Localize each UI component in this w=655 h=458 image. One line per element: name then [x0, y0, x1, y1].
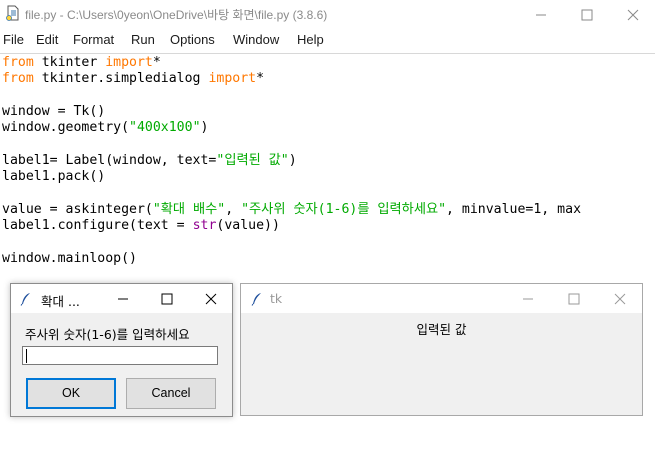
- string-literal: "확대 배수": [152, 201, 226, 217]
- code-token: label1.configure(text =: [2, 217, 193, 233]
- close-icon: [627, 9, 639, 21]
- builtin-name: str: [192, 217, 217, 233]
- code-line-5: window.geometry("400x100"): [2, 120, 581, 136]
- menu-format[interactable]: Format: [73, 32, 114, 47]
- tk-feather-icon: [20, 293, 30, 306]
- menu-window[interactable]: Window: [233, 32, 279, 47]
- close-icon: [205, 293, 217, 305]
- dialog-minimize-button[interactable]: [100, 284, 144, 313]
- editor-title-bar[interactable]: file.py - C:\Users\0yeon\OneDrive\바탕 화면\…: [0, 0, 655, 28]
- text-caret: [26, 349, 27, 363]
- string-literal: "주사위 숫자(1-6)를 입력하세요": [241, 201, 447, 217]
- code-line-7: label1= Label(window, text="입력된 값"): [2, 153, 581, 169]
- tk-window: tk 입력된 값: [240, 283, 643, 416]
- askinteger-dialog: 확대 ... 주사위 숫자(1-6)를 입력하세요 OK Cancel: [10, 283, 233, 417]
- menu-options[interactable]: Options: [170, 32, 215, 47]
- keyword: from: [2, 55, 34, 70]
- tk-close-button[interactable]: [596, 284, 642, 313]
- code-token: window.geometry(: [2, 120, 130, 136]
- keyword: from: [2, 71, 34, 87]
- tk-window-title: tk: [270, 291, 283, 306]
- code-token: ): [200, 120, 209, 136]
- cancel-button[interactable]: Cancel: [126, 378, 216, 409]
- menu-bar: File Edit Format Run Options Window Help: [0, 30, 655, 52]
- module-name: tkinter: [33, 55, 106, 70]
- code-line-1: from tkinter import*: [2, 55, 581, 71]
- code-token: value = askinteger(: [2, 201, 153, 217]
- code-line-11: label1.configure(text = str(value)): [2, 218, 581, 234]
- maximize-icon: [161, 293, 173, 305]
- dialog-prompt: 주사위 숫자(1-6)를 입력하세요: [25, 327, 190, 342]
- code-token: (value)): [216, 217, 280, 233]
- keyword: import: [105, 55, 153, 70]
- close-button[interactable]: [609, 0, 655, 28]
- integer-input[interactable]: [22, 346, 218, 365]
- close-icon: [614, 293, 626, 305]
- code-line-4: window = Tk(): [2, 103, 106, 119]
- code-token: ): [288, 152, 297, 168]
- maximize-icon: [581, 9, 593, 21]
- string-literal: "입력된 값": [216, 152, 289, 168]
- tk-maximize-button[interactable]: [550, 284, 596, 313]
- minimize-button[interactable]: [517, 0, 563, 28]
- python-file-icon: [6, 5, 19, 21]
- maximize-button[interactable]: [563, 0, 609, 28]
- maximize-icon: [568, 293, 580, 305]
- code-line-8: label1.pack(): [2, 169, 106, 185]
- window-title: file.py - C:\Users\0yeon\OneDrive\바탕 화면\…: [25, 8, 328, 22]
- code-token: ,: [225, 201, 242, 217]
- code-token: *: [152, 55, 161, 70]
- code-token: *: [256, 71, 265, 87]
- menu-file[interactable]: File: [3, 32, 24, 47]
- menu-run[interactable]: Run: [131, 32, 155, 47]
- string-literal: "400x100": [129, 120, 201, 136]
- ok-button[interactable]: OK: [26, 378, 116, 409]
- dialog-title-bar[interactable]: 확대 ...: [11, 284, 232, 313]
- dialog-title: 확대 ...: [41, 294, 80, 309]
- menu-edit[interactable]: Edit: [36, 32, 58, 47]
- code-token: , minvalue=1, max: [446, 201, 582, 217]
- dialog-close-button[interactable]: [188, 284, 232, 313]
- tk-minimize-button[interactable]: [504, 284, 550, 313]
- code-text: from tkinter import* from tkinter.simpled…: [2, 55, 581, 267]
- menu-help[interactable]: Help: [297, 32, 324, 47]
- tk-feather-icon: [251, 293, 261, 306]
- code-line-10: value = askinteger("확대 배수", "주사위 숫자(1-6)…: [2, 202, 581, 218]
- result-label: 입력된 값: [416, 322, 467, 337]
- code-line-13: window.mainloop(): [2, 250, 137, 266]
- minimize-icon: [523, 298, 533, 300]
- code-line-2: from tkinter.simpledialog import*: [2, 71, 581, 87]
- minimize-icon: [536, 14, 546, 16]
- keyword: import: [208, 71, 257, 87]
- module-name: tkinter.simpledialog: [33, 71, 209, 87]
- code-token: label1= Label(window, text=: [2, 152, 217, 168]
- tk-title-bar[interactable]: tk: [241, 284, 642, 313]
- dialog-maximize-button[interactable]: [144, 284, 188, 313]
- minimize-icon: [118, 298, 128, 300]
